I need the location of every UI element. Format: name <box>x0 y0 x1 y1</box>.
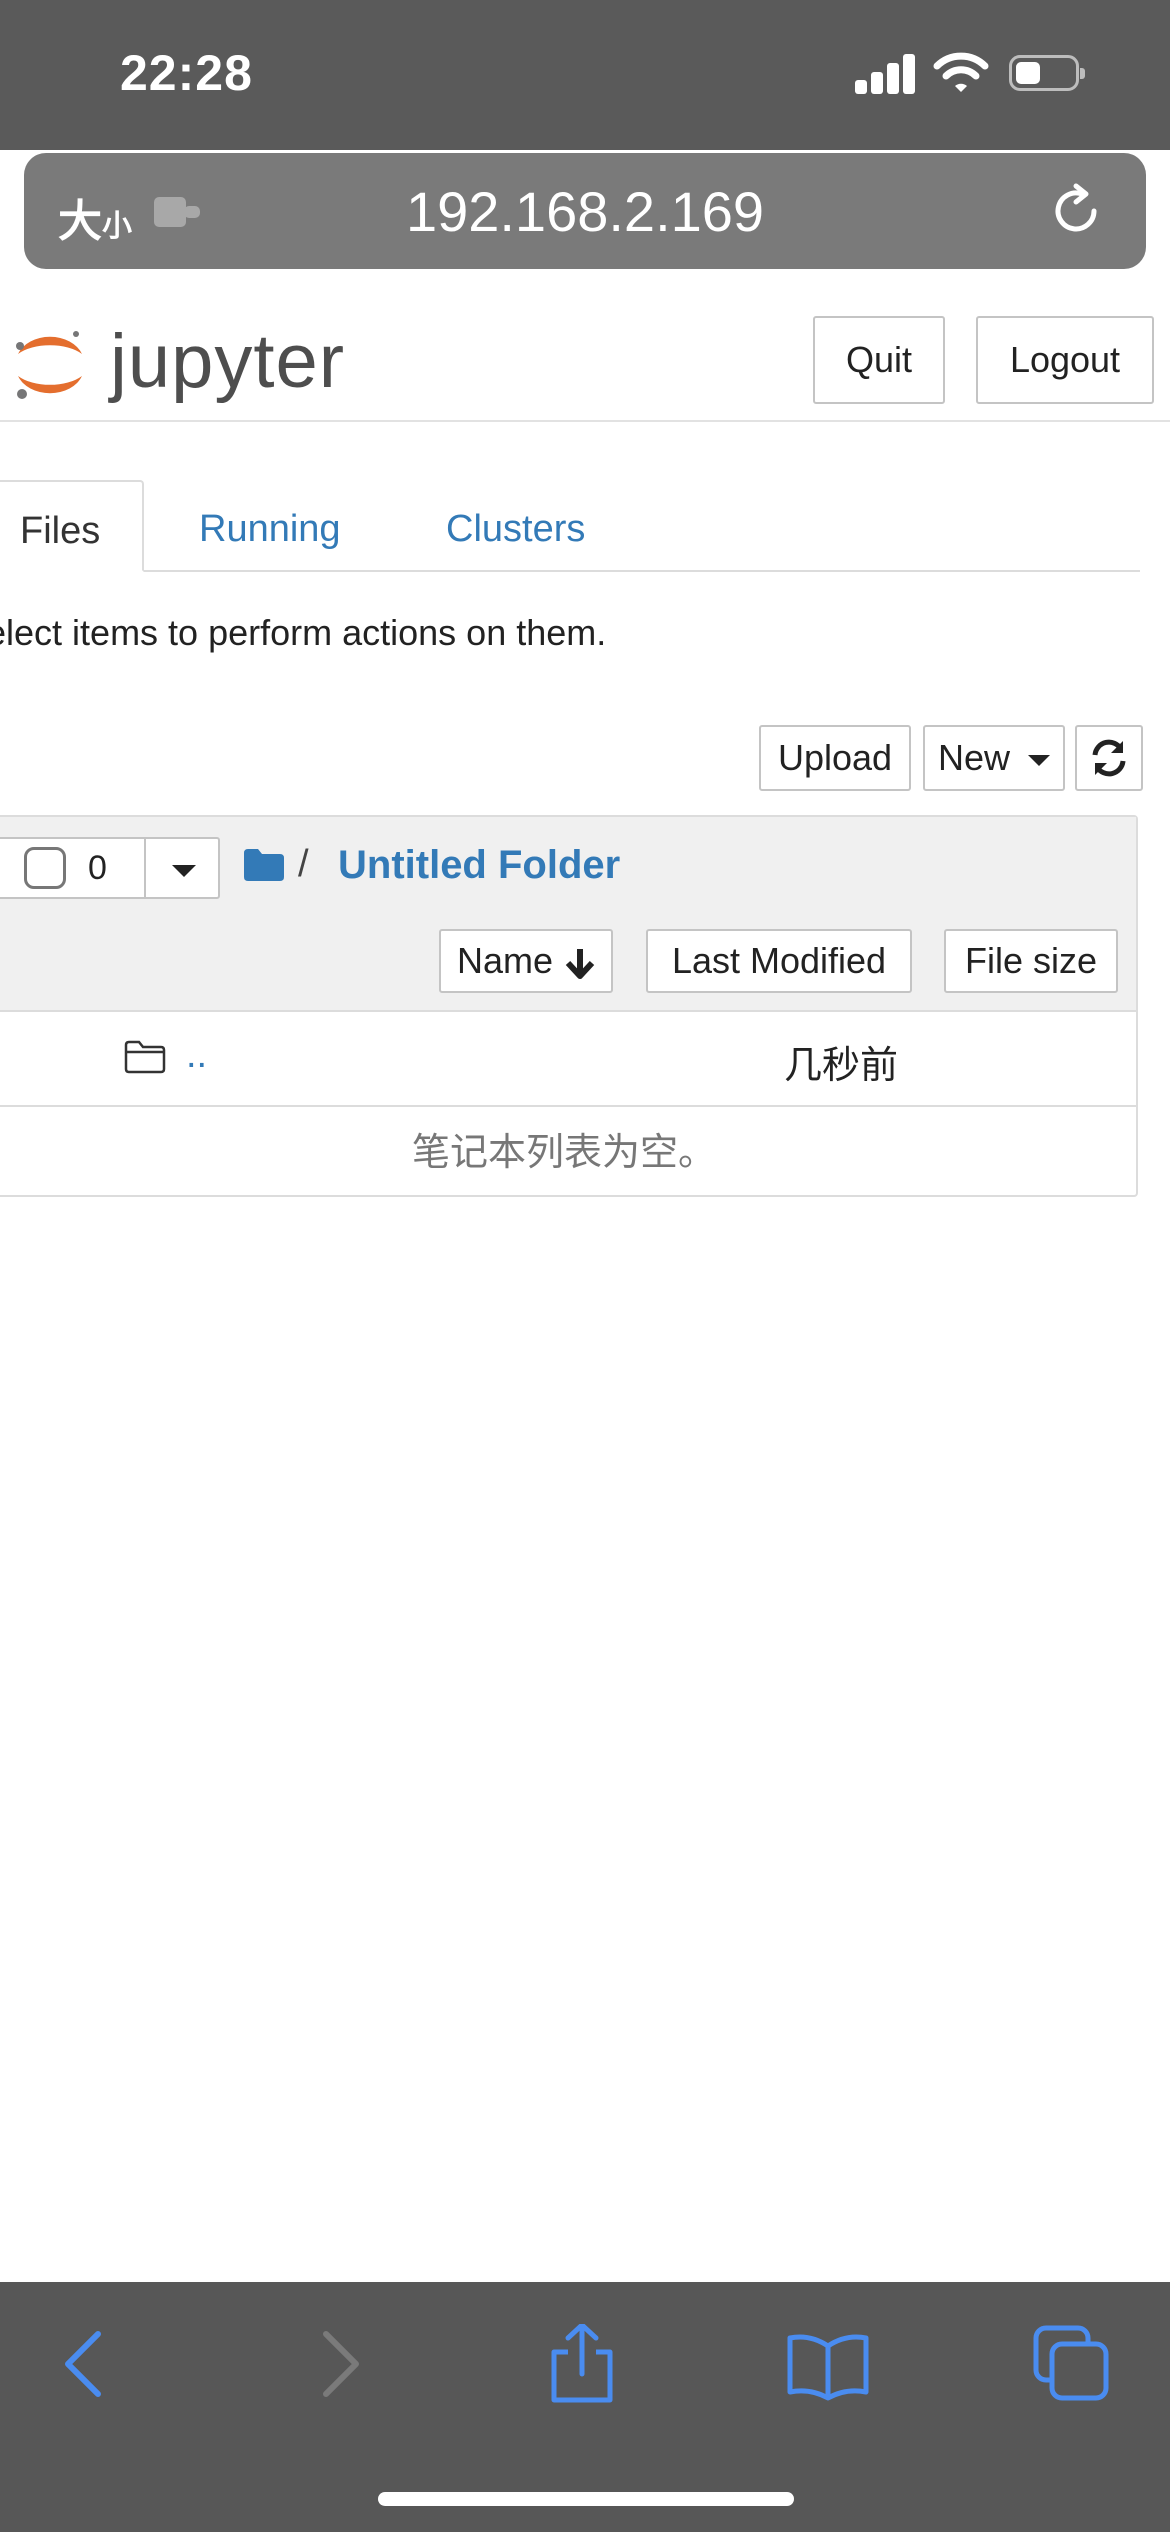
folder-icon[interactable] <box>244 849 284 881</box>
tab-files[interactable]: Files <box>0 480 144 572</box>
refresh-button[interactable] <box>1075 725 1143 791</box>
sort-by-size-button[interactable]: File size <box>944 929 1118 993</box>
file-list-header: 0 / Untitled Folder Name Last Modified F… <box>0 817 1136 1012</box>
sort-name-label: Name <box>456 940 553 981</box>
jupyter-logo-icon <box>16 331 82 399</box>
home-indicator[interactable] <box>378 2492 794 2506</box>
empty-list-message: 笔记本列表为空。 <box>411 1130 716 1174</box>
bookmarks-icon[interactable] <box>786 2324 870 2404</box>
tab-running[interactable]: Running <box>199 480 341 570</box>
selected-count: 0 <box>88 849 107 887</box>
cellular-signal-icon <box>855 52 917 94</box>
sort-by-name-button[interactable]: Name <box>439 929 613 993</box>
caret-down-icon <box>1028 754 1051 766</box>
new-button-label: New <box>937 737 1010 778</box>
status-bar: 22:28 <box>0 0 1170 150</box>
refresh-icon <box>1092 739 1126 777</box>
tab-clusters[interactable]: Clusters <box>446 480 585 570</box>
sort-by-modified-button[interactable]: Last Modified <box>646 929 912 993</box>
list-item-parent[interactable]: .. 几秒前 <box>0 1012 1136 1107</box>
tabs-icon[interactable] <box>1032 2324 1112 2404</box>
share-icon[interactable] <box>542 2324 622 2404</box>
last-modified-value: 几秒前 <box>784 1043 899 1087</box>
file-list: 0 / Untitled Folder Name Last Modified F… <box>0 815 1138 1197</box>
arrow-down-icon <box>565 949 595 980</box>
battery-icon <box>1009 55 1085 91</box>
instruction-text: elect items to perform actions on them. <box>0 612 607 653</box>
tab-bar: Files Running Clusters <box>0 480 1140 572</box>
quit-button[interactable]: Quit <box>813 316 945 404</box>
jupyter-logo[interactable]: jupyter <box>10 318 350 408</box>
logout-button[interactable]: Logout <box>976 316 1154 404</box>
upload-button[interactable]: Upload <box>759 725 911 791</box>
folder-outline-icon <box>124 1040 166 1074</box>
reload-icon[interactable] <box>1046 181 1106 241</box>
address-bar[interactable]: 大小 192.168.2.169 <box>24 153 1146 269</box>
jupyter-logo-text: jupyter <box>110 319 346 404</box>
wifi-icon <box>933 52 989 92</box>
select-all-checkbox[interactable] <box>24 847 66 889</box>
forward-icon[interactable] <box>298 2324 378 2404</box>
jupyter-header: jupyter Quit Logout <box>0 300 1170 422</box>
breadcrumb-separator: / <box>298 843 309 885</box>
status-time: 22:28 <box>120 45 253 101</box>
parent-directory-link[interactable]: .. <box>186 1034 207 1077</box>
back-icon[interactable] <box>46 2324 126 2404</box>
select-all-group: 0 <box>0 837 220 899</box>
caret-down-icon <box>172 865 196 877</box>
select-menu-dropdown[interactable] <box>144 839 220 897</box>
url-address[interactable]: 192.168.2.169 <box>24 179 1146 244</box>
new-dropdown-button[interactable]: New <box>923 725 1065 791</box>
breadcrumb-current-folder[interactable]: Untitled Folder <box>338 843 620 888</box>
